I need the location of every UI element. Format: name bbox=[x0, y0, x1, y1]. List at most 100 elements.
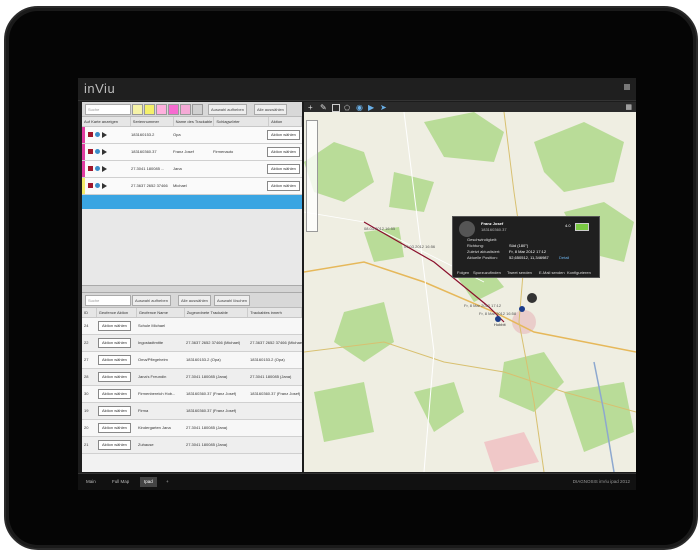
geofence-name-cell: Firma bbox=[138, 408, 149, 413]
tab-full-map[interactable]: Full Map bbox=[108, 477, 133, 487]
column-header[interactable]: ID bbox=[82, 308, 97, 317]
avatar bbox=[459, 221, 475, 237]
color-filter-swatch[interactable] bbox=[156, 104, 167, 115]
trackables-empty-area bbox=[82, 209, 302, 285]
tweet-button[interactable]: Tweet senden bbox=[507, 270, 532, 275]
clear-selection-button[interactable]: Auswahl aufheben bbox=[208, 104, 247, 115]
trackables-search-input[interactable]: Suche bbox=[85, 104, 131, 115]
eye-icon[interactable] bbox=[95, 166, 100, 172]
eye-icon[interactable] bbox=[95, 132, 100, 138]
action-select[interactable]: Aktion wählen bbox=[98, 405, 131, 416]
detail-link[interactable]: Detail bbox=[559, 255, 569, 260]
layers-icon[interactable]: ▦ bbox=[625, 103, 632, 111]
color-filter-swatch[interactable] bbox=[192, 104, 203, 115]
id-cell: 30 bbox=[84, 391, 89, 396]
pointer-icon[interactable]: ➤ bbox=[380, 103, 387, 112]
geofence-search-input[interactable]: Suche bbox=[85, 295, 131, 306]
column-header[interactable]: Auf Karte anzeigen bbox=[82, 117, 131, 126]
polygon-icon[interactable]: ⬠ bbox=[344, 104, 350, 112]
title-bar: inViu bbox=[78, 78, 636, 101]
table-row[interactable]: 28 Aktion wählen Jana's Freundin 27.3041… bbox=[82, 369, 302, 386]
table-row[interactable]: 21 Aktion wählen Zuhause 27.3041 180085 … bbox=[82, 437, 302, 454]
action-select[interactable]: Aktion wählen bbox=[267, 146, 300, 157]
column-header[interactable]: Aktion bbox=[269, 117, 303, 126]
close-icon[interactable] bbox=[624, 84, 630, 90]
table-row[interactable]: 24 Aktion wählen Schule Michael bbox=[82, 318, 302, 335]
table-row[interactable]: 27.3637 2652 37466 Michael Aktion wählen bbox=[82, 178, 302, 195]
stop-icon[interactable] bbox=[88, 149, 93, 155]
play-icon[interactable]: ▶ bbox=[368, 103, 374, 112]
follow-button[interactable]: Folgen bbox=[457, 270, 469, 275]
action-select[interactable]: Aktion wählen bbox=[98, 422, 131, 433]
column-header[interactable]: Name des Trackable bbox=[174, 117, 215, 126]
column-header[interactable]: Zugeordnete Trackable bbox=[185, 308, 249, 317]
action-select[interactable]: Aktion wählen bbox=[267, 163, 300, 174]
email-button[interactable]: E-Mail senden bbox=[539, 270, 565, 275]
table-row[interactable]: 20 Aktion wählen Kindergarten Jana 27.30… bbox=[82, 420, 302, 437]
map-canvas[interactable]: 08.03.2012 16:55 09.03.2012 16:56 Fr, 8 … bbox=[304, 112, 636, 472]
play-icon[interactable] bbox=[102, 165, 107, 172]
geofence-table-body: 24 Aktion wählen Schule Michael 22 Aktio… bbox=[82, 318, 302, 454]
bottom-tab-bar: Main Full Map Ipad + DIAGNOSIS inViu ipa… bbox=[78, 473, 636, 490]
select-all-button[interactable]: Alle auswählen bbox=[178, 295, 211, 306]
assigned-cell: 27.3637 2652 37466 (Michael) bbox=[186, 340, 241, 345]
geofence-name-cell: Zuhause bbox=[138, 442, 154, 447]
action-select[interactable]: Aktion wählen bbox=[98, 354, 131, 365]
serial-cell: 183160360.37 bbox=[131, 149, 157, 154]
add-icon[interactable]: + bbox=[308, 103, 313, 112]
table-row[interactable]: 27.3041 180085 ... Jana Aktion wählen bbox=[82, 161, 302, 178]
stop-icon[interactable] bbox=[88, 166, 93, 172]
panel-splitter[interactable] bbox=[82, 285, 302, 293]
table-row[interactable]: 30 Aktion wählen Firmenbereich Hob... 18… bbox=[82, 386, 302, 403]
stop-icon[interactable] bbox=[88, 183, 93, 189]
eye-icon[interactable]: ◉ bbox=[356, 103, 363, 112]
column-header[interactable]: Seriennummer bbox=[131, 117, 174, 126]
track-button[interactable]: Spurzuzufinden bbox=[473, 270, 501, 275]
zoom-slider[interactable] bbox=[306, 120, 318, 232]
play-icon[interactable] bbox=[102, 131, 107, 138]
action-select[interactable]: Aktion wählen bbox=[267, 129, 300, 140]
color-filter-swatch[interactable] bbox=[132, 104, 143, 115]
action-select[interactable]: Aktion wählen bbox=[98, 388, 131, 399]
color-filter-swatch[interactable] bbox=[168, 104, 179, 115]
field-label: Zuletzt aktualisiert: bbox=[467, 249, 501, 254]
action-cell: Aktion wählen bbox=[96, 403, 136, 419]
play-icon[interactable] bbox=[102, 148, 107, 155]
action-select[interactable]: Aktion wählen bbox=[98, 371, 131, 382]
eye-icon[interactable] bbox=[95, 149, 100, 155]
table-row[interactable]: 183160360.37 Franz Josef Firmenauto Akti… bbox=[82, 144, 302, 161]
action-select[interactable]: Aktion wählen bbox=[98, 320, 131, 331]
select-all-button[interactable]: Alle auswählen bbox=[254, 104, 287, 115]
table-row[interactable]: 27 Aktion wählen Oma/Pflegeheim 18316015… bbox=[82, 352, 302, 369]
square-icon[interactable] bbox=[332, 104, 340, 112]
configure-button[interactable]: Konfigurieren bbox=[567, 270, 591, 275]
action-select[interactable]: Aktion wählen bbox=[98, 337, 131, 348]
id-cell: 27 bbox=[84, 357, 89, 362]
eye-icon[interactable] bbox=[95, 183, 100, 189]
clear-selection-button[interactable]: Auswahl aufheben bbox=[132, 295, 171, 306]
column-header[interactable]: Geofence Aktion bbox=[97, 308, 137, 317]
table-row[interactable]: 22 Aktion wählen Ingostadtmitte 27.3637 … bbox=[82, 335, 302, 352]
color-filter-swatch[interactable] bbox=[180, 104, 191, 115]
delete-selection-button[interactable]: Auswahl löschen bbox=[214, 295, 251, 306]
column-header[interactable]: Schlagwörter bbox=[214, 117, 270, 126]
column-header[interactable]: Trackables innerh bbox=[248, 308, 303, 317]
pencil-icon[interactable]: ✎ bbox=[320, 103, 327, 112]
stop-icon[interactable] bbox=[88, 132, 93, 138]
tab-main[interactable]: Main bbox=[82, 477, 100, 487]
action-select[interactable]: Aktion wählen bbox=[267, 180, 300, 191]
table-row[interactable]: 183160153.2 Opa Aktion wählen bbox=[82, 127, 302, 144]
table-row[interactable]: 19 Aktion wählen Firma 183160360.37 (Fra… bbox=[82, 403, 302, 420]
serial-cell: 27.3041 180085 ... bbox=[131, 166, 165, 171]
field-label: Richtung: bbox=[467, 243, 484, 248]
serial-cell: 27.3637 2652 37466 bbox=[131, 183, 168, 188]
map-view[interactable]: + ✎ ⬠ ◉ ▶ ➤ ▦ 08.03.2012 16:55 09.03.201… bbox=[304, 102, 636, 472]
tab-ipad[interactable]: Ipad bbox=[140, 477, 157, 487]
color-filter-swatch[interactable] bbox=[144, 104, 155, 115]
id-cell: 28 bbox=[84, 374, 89, 379]
action-select[interactable]: Aktion wählen bbox=[98, 439, 131, 450]
add-tab-button[interactable]: + bbox=[162, 477, 173, 487]
selected-row-highlight[interactable] bbox=[82, 195, 302, 209]
play-icon[interactable] bbox=[102, 182, 107, 189]
column-header[interactable]: Geofence Name bbox=[137, 308, 185, 317]
